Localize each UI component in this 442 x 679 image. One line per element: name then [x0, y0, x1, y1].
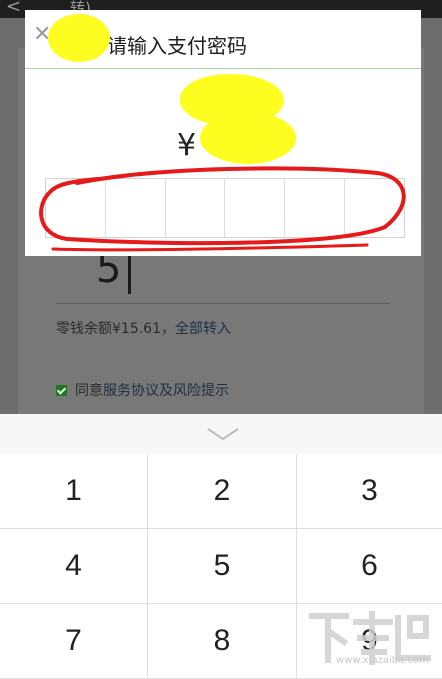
payment-amount-currency: ¥ [177, 128, 197, 163]
agree-prefix: 同意 [75, 383, 103, 399]
keypad-toolbar [0, 414, 442, 455]
redaction-blob-avatar [48, 14, 110, 62]
balance-text: 零钱余额¥15.61， [56, 321, 175, 337]
key-2[interactable]: 2 [148, 454, 297, 529]
back-icon[interactable]: < [6, 0, 21, 17]
dialog-divider [25, 68, 421, 69]
redaction-blob-amount [200, 112, 296, 164]
key-7[interactable]: 7 [0, 604, 148, 679]
key-5[interactable]: 5 [148, 529, 297, 604]
key-8[interactable]: 8 [148, 604, 297, 679]
key-3[interactable]: 3 [297, 454, 442, 529]
transfer-all-link[interactable]: 全部转入 [175, 321, 231, 337]
balance-row: 零钱余额¥15.61，全部转入 [56, 318, 231, 338]
key-4[interactable]: 4 [0, 529, 148, 604]
agreement-link[interactable]: 服务协议及风险提示 [103, 380, 229, 400]
dialog-title: 请输入支付密码 [107, 34, 247, 58]
red-annotation-circle [39, 166, 406, 252]
text-cursor [128, 252, 131, 294]
chevron-down-icon[interactable] [206, 426, 240, 442]
agreement-row[interactable]: 同意 服务协议及风险提示 [56, 380, 229, 400]
key-6[interactable]: 6 [297, 529, 442, 604]
key-1[interactable]: 1 [0, 454, 148, 529]
amount-underline [56, 303, 390, 304]
agree-checkbox[interactable] [56, 384, 67, 396]
watermark-url: www.xiazaiba.com [336, 655, 429, 666]
